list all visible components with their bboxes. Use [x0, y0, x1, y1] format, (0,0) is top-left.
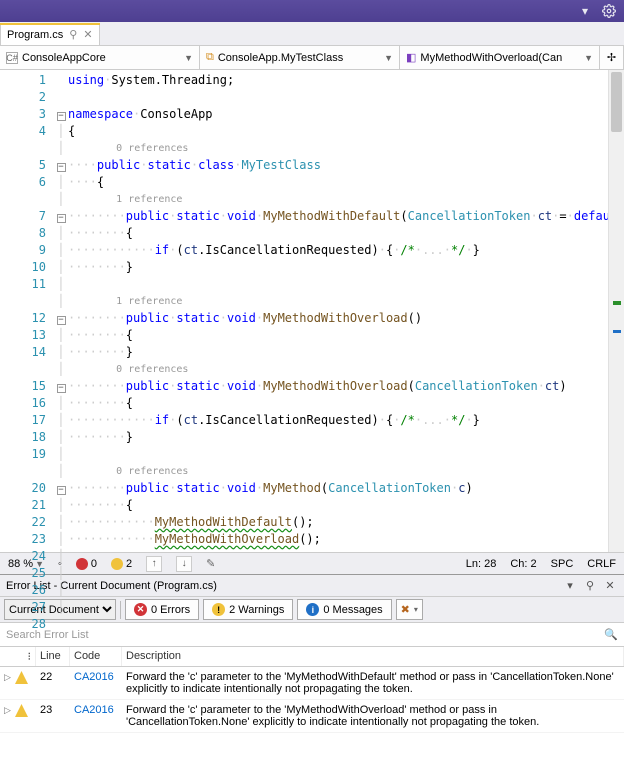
scope-dropdown[interactable]: C# ConsoleAppCore ▼ [0, 46, 200, 69]
line-endings[interactable]: CRLF [587, 558, 616, 570]
table-row[interactable]: ▷22CA2016Forward the 'c' parameter to th… [0, 667, 624, 700]
window-position-icon[interactable]: ▾ [562, 578, 578, 594]
search-icon: 🔍 [604, 628, 618, 641]
class-icon: ⧉ [206, 51, 214, 64]
character-position[interactable]: Ch: 2 [510, 558, 536, 570]
tab-program-cs[interactable]: Program.cs ⚲ ✕ [0, 23, 100, 45]
error-grid[interactable]: ⁝ Line Code Description ▷22CA2016Forward… [0, 647, 624, 772]
analysis-icon[interactable]: ✎ [206, 557, 215, 570]
scope-label: ConsoleAppCore [22, 52, 106, 64]
chevron-down-icon: ▼ [184, 53, 193, 63]
build-intellisense-filter[interactable]: ✖▾ [396, 599, 423, 620]
editor-status-bar: 88 % ▼ ◦ 0 2 ↑ ↓ ✎ Ln: 28 Ch: 2 SPC CRLF [0, 552, 624, 574]
document-tabstrip: Program.cs ⚲ ✕ [0, 22, 624, 46]
csharp-project-icon: C# [6, 52, 18, 64]
warnings-filter-button[interactable]: !2 Warnings [203, 599, 293, 620]
scroll-marks [608, 70, 624, 552]
pin-icon[interactable]: ⚲ [582, 578, 598, 594]
table-row[interactable]: ▷23CA2016Forward the 'c' parameter to th… [0, 700, 624, 733]
errors-filter-button[interactable]: ✕0 Errors [125, 599, 199, 620]
line-position[interactable]: Ln: 28 [466, 558, 497, 570]
editor-margin [0, 70, 18, 552]
navigation-bar: C# ConsoleAppCore ▼ ⧉ ConsoleApp.MyTestC… [0, 46, 624, 70]
split-icon: ✢ [607, 51, 616, 64]
close-icon[interactable]: ✕ [83, 28, 92, 41]
panel-titlebar[interactable]: Error List - Current Document (Program.c… [0, 575, 624, 597]
col-code[interactable]: Code [70, 647, 122, 666]
close-icon[interactable]: ✕ [602, 578, 618, 594]
chevron-down-icon: ▼ [584, 53, 593, 63]
error-list-panel: Error List - Current Document (Program.c… [0, 574, 624, 772]
class-label: ConsoleApp.MyTestClass [218, 52, 343, 64]
search-box[interactable]: Search Error List 🔍 [0, 623, 624, 647]
code-editor[interactable]: 1234567891011121314151617181920212223242… [0, 70, 624, 552]
chevron-down-icon: ▼ [384, 53, 393, 63]
tab-title: Program.cs [7, 29, 63, 41]
col-severity[interactable]: ⁝ [0, 647, 36, 666]
col-line[interactable]: Line [36, 647, 70, 666]
class-dropdown[interactable]: ⧉ ConsoleApp.MyTestClass ▼ [200, 46, 400, 69]
gear-icon[interactable] [602, 4, 616, 18]
member-label: MyMethodWithOverload(Can [420, 52, 562, 64]
member-dropdown[interactable]: ◧ MyMethodWithOverload(Can ▼ [400, 46, 600, 69]
prev-issue-button[interactable]: ↑ [146, 556, 162, 572]
panel-toolbar: Current Document ✕0 Errors !2 Warnings i… [0, 597, 624, 623]
method-icon: ◧ [406, 51, 416, 64]
indentation-mode[interactable]: SPC [551, 558, 574, 570]
errors-indicator[interactable]: 0 [76, 558, 97, 570]
messages-filter-button[interactable]: i0 Messages [297, 599, 391, 620]
code-content[interactable]: using·System.Threading;namespace·Console… [68, 70, 608, 552]
folding-gutter[interactable]: −││−││−│││││−│││−│││││−│││││││ [54, 70, 68, 552]
pin-icon[interactable]: ⚲ [69, 28, 77, 41]
next-issue-button[interactable]: ↓ [176, 556, 192, 572]
window-titlebar: ▾ [0, 0, 624, 22]
grid-header[interactable]: ⁝ Line Code Description [0, 647, 624, 667]
chevron-down-icon[interactable]: ▾ [578, 4, 592, 18]
line-number-gutter: 1234567891011121314151617181920212223242… [18, 70, 54, 552]
split-view-button[interactable]: ✢ [600, 46, 624, 69]
vertical-scrollbar[interactable] [608, 70, 624, 552]
warnings-indicator[interactable]: 2 [111, 558, 132, 570]
col-description[interactable]: Description [122, 647, 624, 666]
